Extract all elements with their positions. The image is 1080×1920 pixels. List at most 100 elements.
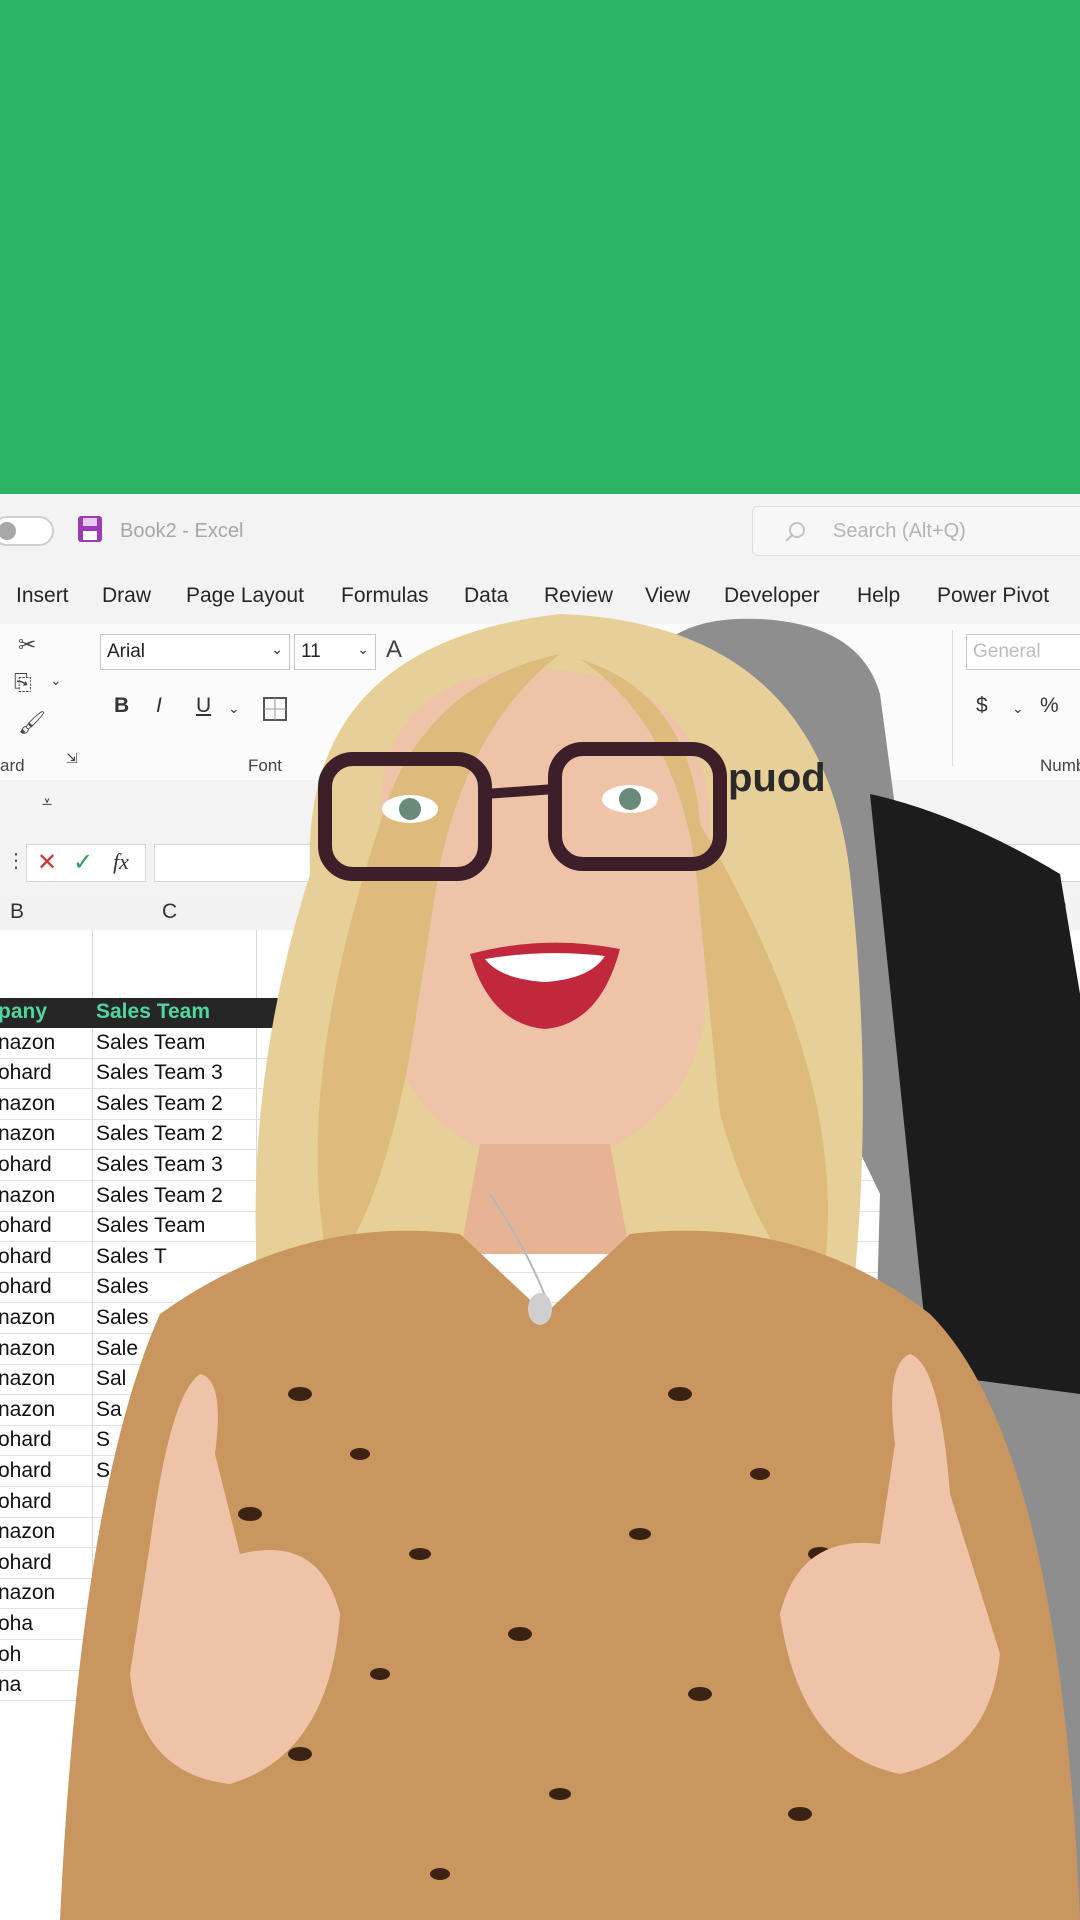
sales-team-cell[interactable]: Sales Team 2 — [96, 1122, 223, 1146]
table-row[interactable]: ohard — [0, 1549, 1080, 1579]
table-row[interactable]: nazon Sales Team 2 — [0, 1182, 1080, 1212]
sales-team-cell[interactable]: Sales Team 3 — [96, 1061, 223, 1085]
sales-team-cell[interactable]: Sales Team 2 — [96, 1184, 223, 1208]
company-cell[interactable]: ohard — [0, 1245, 52, 1269]
sales-team-cell[interactable]: S — [96, 1459, 110, 1483]
header-cell-sales-team[interactable]: Sales Team — [96, 1000, 210, 1024]
formula-input[interactable] — [154, 844, 1080, 882]
table-row[interactable]: ohard Sales Team 3 — [0, 1059, 1080, 1090]
company-cell[interactable]: ohard — [0, 1490, 52, 1514]
sales-team-cell[interactable]: Sales T — [96, 1245, 167, 1269]
column-header-c[interactable]: C — [162, 900, 177, 924]
sales-team-cell[interactable]: Sales Team 3 — [96, 1153, 223, 1177]
chevron-down-icon[interactable]: ⌄ — [1012, 700, 1024, 717]
table-row[interactable]: nazon Sal — [0, 1365, 1080, 1396]
company-cell[interactable]: nazon — [0, 1092, 55, 1116]
column-header-b[interactable]: B — [10, 900, 24, 924]
search-box[interactable]: Search (Alt+Q) — [752, 506, 1080, 556]
table-row[interactable]: nazon Sale — [0, 1335, 1080, 1365]
dialog-launcher-icon[interactable]: ⇲ — [66, 750, 78, 767]
copy-icon[interactable]: ⎘ — [14, 670, 32, 696]
company-cell[interactable]: nazon — [0, 1184, 55, 1208]
sales-team-cell[interactable]: Sales — [96, 1306, 149, 1330]
table-row[interactable]: oh — [0, 1641, 1080, 1671]
company-cell[interactable]: nazon — [0, 1122, 55, 1146]
table-row[interactable]: nazon — [0, 1579, 1080, 1610]
column-header-n[interactable]: N — [1052, 900, 1067, 924]
table-header-row[interactable]: pany Sales Team — [0, 998, 1080, 1028]
company-cell[interactable]: nazon — [0, 1306, 55, 1330]
tab-insert[interactable]: Insert — [16, 584, 69, 608]
tab-review[interactable]: Review — [544, 584, 613, 608]
tab-help[interactable]: Help — [857, 584, 900, 608]
sales-team-cell[interactable]: Sales — [96, 1275, 149, 1299]
cut-icon[interactable]: ✂ — [18, 632, 36, 658]
table-row[interactable]: nazon Sales Team 2 — [0, 1090, 1080, 1120]
underline-button[interactable]: U — [196, 694, 211, 718]
font-size-select[interactable]: 11 ⌄ — [294, 634, 376, 670]
sales-team-cell[interactable]: Sales Team 2 — [96, 1092, 223, 1116]
company-cell[interactable]: nazon — [0, 1398, 55, 1422]
company-cell[interactable]: oh — [0, 1643, 21, 1667]
tab-view[interactable]: View — [645, 584, 690, 608]
font-name-select[interactable]: Arial ⌄ — [100, 634, 290, 670]
table-row[interactable]: ohard Sales Team — [0, 1212, 1080, 1243]
enter-icon[interactable]: ✓ — [73, 848, 93, 877]
save-icon[interactable] — [76, 514, 104, 544]
borders-icon[interactable] — [262, 696, 288, 722]
format-painter-icon[interactable]: 🖌 — [18, 710, 46, 736]
table-row[interactable]: ohard S — [0, 1457, 1080, 1487]
table-row[interactable]: na — [0, 1671, 1080, 1702]
tab-power-pivot[interactable]: Power Pivot — [937, 584, 1049, 608]
grow-font-button[interactable]: A — [386, 636, 402, 664]
table-row[interactable]: ohard Sales Team 3 — [0, 1151, 1080, 1181]
chevron-down-icon[interactable]: ⌄ — [228, 700, 240, 717]
company-cell[interactable]: ohard — [0, 1061, 52, 1085]
company-cell[interactable]: ohard — [0, 1275, 52, 1299]
company-cell[interactable]: oha — [0, 1612, 33, 1636]
tab-formulas[interactable]: Formulas — [341, 584, 429, 608]
sales-team-cell[interactable]: Sales Team — [96, 1031, 205, 1055]
company-cell[interactable]: nazon — [0, 1367, 55, 1391]
tab-draw[interactable]: Draw — [102, 584, 151, 608]
company-cell[interactable]: ohard — [0, 1459, 52, 1483]
chevron-down-icon[interactable]: ⌄ — [50, 672, 62, 689]
sales-team-cell[interactable]: Sa — [96, 1398, 122, 1422]
customize-toolbar-icon[interactable]: ⩡ — [42, 792, 52, 813]
autosave-toggle[interactable] — [0, 516, 54, 546]
company-cell[interactable]: nazon — [0, 1581, 55, 1605]
table-row[interactable]: ohard — [0, 1488, 1080, 1518]
bold-button[interactable]: B — [114, 694, 129, 718]
italic-button[interactable]: I — [156, 694, 162, 718]
sales-team-cell[interactable]: S — [96, 1428, 110, 1452]
tab-page-layout[interactable]: Page Layout — [186, 584, 304, 608]
company-cell[interactable]: nazon — [0, 1520, 55, 1544]
company-cell[interactable]: ohard — [0, 1551, 52, 1575]
more-options-icon[interactable]: ⋮ — [6, 848, 26, 873]
company-cell[interactable]: ohard — [0, 1214, 52, 1238]
column-header-m[interactable]: M — [986, 900, 1004, 924]
tab-data[interactable]: Data — [464, 584, 508, 608]
insert-function-icon[interactable]: fx — [113, 849, 129, 875]
company-cell[interactable]: nazon — [0, 1031, 55, 1055]
currency-button[interactable]: $ — [976, 694, 988, 718]
company-cell[interactable]: ohard — [0, 1153, 52, 1177]
sales-team-cell[interactable]: Sal — [96, 1367, 126, 1391]
table-row[interactable]: ohard S — [0, 1426, 1080, 1457]
wrap-text-button[interactable]: Wrap Text — [730, 638, 810, 659]
cancel-icon[interactable]: ✕ — [37, 848, 57, 877]
table-row[interactable]: nazon Sa — [0, 1396, 1080, 1426]
table-row[interactable]: ohard Sales — [0, 1273, 1080, 1304]
table-row[interactable]: ohard Sales T — [0, 1243, 1080, 1273]
percent-button[interactable]: % — [1040, 694, 1059, 718]
sales-team-cell[interactable]: Sales Team — [96, 1214, 205, 1238]
header-cell-company[interactable]: pany — [0, 1000, 47, 1024]
table-row[interactable]: nazon Sales Team — [0, 1029, 1080, 1059]
table-row[interactable]: oha — [0, 1610, 1080, 1640]
sales-team-cell[interactable]: Sale — [96, 1337, 138, 1361]
tab-developer[interactable]: Developer — [724, 584, 820, 608]
table-row[interactable]: nazon Sales — [0, 1304, 1080, 1334]
company-cell[interactable]: ohard — [0, 1428, 52, 1452]
number-format-select[interactable]: General — [966, 634, 1080, 670]
table-row[interactable]: nazon Sales Team 2 — [0, 1120, 1080, 1151]
